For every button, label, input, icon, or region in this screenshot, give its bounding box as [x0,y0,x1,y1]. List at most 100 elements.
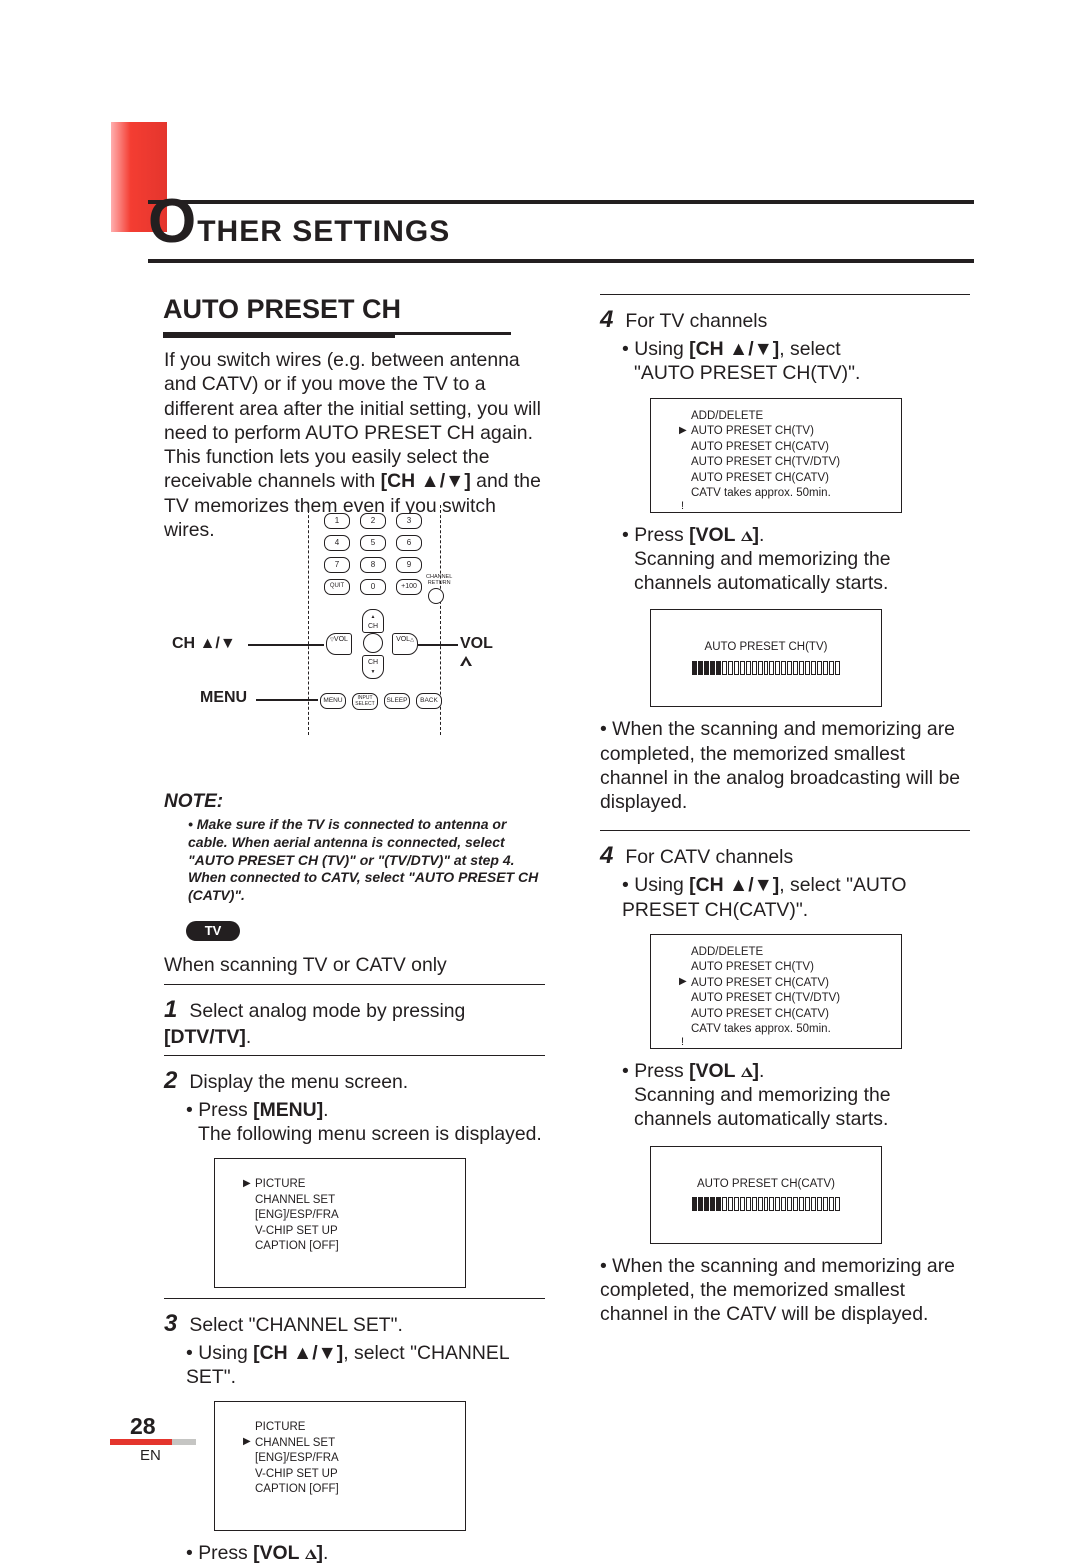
remote-diagram: 1 2 3 4 5 6 7 8 9 QUIT 0 +100 CHANNELRET… [262,505,492,735]
key-center [363,633,383,653]
scan-label: AUTO PRESET CH(CATV) [651,1177,881,1191]
key-menu: MENU [320,693,346,709]
osd-item: AUTO PRESET CH(CATV) [691,1007,901,1023]
step-2: 2 Display the menu screen. [164,1066,545,1096]
separator [164,984,545,985]
vol-brk: [VOL [689,1060,740,1082]
lbl-menu-line [256,699,318,701]
note-body: • Make sure if the TV is connected to an… [188,816,545,906]
up-arrow-icon: ▲ [421,470,440,492]
key-6: 6 [396,535,422,551]
osd-item: CATV takes approx. 50min. [691,486,901,502]
key-vol-down: ▽VOL [326,633,352,655]
osd-item: CHANNEL SET [255,1436,465,1452]
s4b-bullet-2: • Press [VOL ]. Scanning and memorizing … [622,1059,970,1132]
txt: Press [634,1060,689,1082]
osd-item: V-CHIP SET UP [255,1467,465,1483]
separator [600,294,970,295]
warning-icon: ! [681,499,684,514]
ch-brk: [CH ▲/▼] [689,874,779,896]
section-subtitle: AUTO PRESET CH [163,294,401,325]
progress-bar [692,1197,840,1209]
page-number-red-bar [110,1439,172,1445]
osd-item: CATV takes approx. 50min. [691,1022,901,1038]
txt: . [759,1060,764,1082]
txt: . [759,524,764,546]
key-ch-down: CH▼ [362,655,384,679]
ch-up-lbl: CH [368,623,378,630]
osd-item: AUTO PRESET CH(TV) [691,424,901,440]
osd-item: AUTO PRESET CH(CATV) [691,471,901,487]
ch-brk: [CH ▲/▼] [253,1342,343,1364]
step-num-3: 3 [164,1309,184,1339]
lbl-ch-line [248,644,324,646]
s3-vol-end: ] [317,1542,323,1564]
vol-up-open-icon [741,1067,753,1077]
txt: Scanning and memorizing the channels aut… [634,547,970,596]
step-num-4: 4 [600,841,620,871]
key-1: 1 [324,513,350,529]
s2-text: Display the menu screen. [189,1071,408,1093]
s2-a: Press [198,1099,253,1121]
page-number-grey-bar [172,1439,196,1445]
key-4: 4 [324,535,350,551]
key-input-select: INPUTSELECT [352,693,378,710]
osd-item: [ENG]/ESP/FRA [255,1208,465,1224]
down-arrow-icon: ▼ [445,470,464,492]
s2-btn: [MENU] [253,1099,323,1121]
page-title-bar: O THER SETTINGS [148,200,974,263]
key-9: 9 [396,557,422,573]
scan-only-line: When scanning TV or CATV only [164,953,545,977]
txt: Using [634,338,689,360]
ch-brk: [CH ▲/▼] [689,338,779,360]
key-5: 5 [360,535,386,551]
lbl-menu: MENU [200,689,247,707]
txt: Press [634,524,689,546]
step-3-bullet-1: • Using [CH ▲/▼], select "CHANNEL SET". [186,1341,545,1390]
osd-item: AUTO PRESET CH(TV/DTV) [691,991,901,1007]
key-quit: QUIT [324,579,350,595]
s1-end: . [246,1026,251,1048]
vol-lf-lbl: VOL [334,636,348,643]
separator [164,1055,545,1056]
pointer-icon: ▶ [679,424,687,438]
s4b-bullet-1: • Using [CH ▲/▼], select "AUTO PRESET CH… [622,873,970,922]
pointer-icon: ▶ [679,975,687,989]
intro-ch-open: [CH [381,470,421,492]
lbl-vol-line [418,644,458,646]
step-num-1: 1 [164,995,184,1025]
pointer-icon: ▶ [243,1435,251,1449]
osd-item: AUTO PRESET CH(TV) [691,960,901,976]
s1-text: Select analog mode by pressing [189,1000,465,1022]
key-7: 7 [324,557,350,573]
scan-progress-catv: AUTO PRESET CH(CATV) [650,1146,882,1244]
step-4-tv: 4 For TV channels [600,305,970,335]
page-number-block: 28 EN [130,1413,180,1440]
s4a-bullet-1: • Using [CH ▲/▼], select "AUTO PRESET CH… [622,337,970,386]
lbl-vol: VOL [460,635,493,671]
right-column: 4 For TV channels • Using [CH ▲/▼], sele… [600,294,970,1326]
s1-btn: [DTV/TV] [164,1026,246,1048]
ch-dn-lbl: CH [368,659,378,666]
channel-return-label: CHANNELRETURN [426,575,452,586]
key-0: 0 [360,579,386,595]
osd-item: V-CHIP SET UP [255,1224,465,1240]
txt: "AUTO PRESET CH(TV)". [634,361,860,385]
scan-progress-tv: AUTO PRESET CH(TV) [650,609,882,707]
remote-outline-left [308,505,309,735]
s4a-bullet-2: • Press [VOL ]. Scanning and memorizing … [622,523,970,596]
key-back: BACK [416,693,442,709]
step-num-4: 4 [600,305,620,335]
lbl-ch: CH ▲/▼ [172,635,236,653]
step-3-bullet-2: • Press [VOL ]. [186,1541,545,1565]
separator [164,1298,545,1299]
osd-item: AUTO PRESET CH(CATV) [691,440,901,456]
pointer-icon: ▶ [243,1177,251,1191]
vol-rt-lbl: VOL [396,636,410,643]
osd-item: CHANNEL SET [255,1193,465,1209]
vol-up-open-icon [741,531,753,541]
page-lang: EN [140,1447,161,1464]
warning-icon: ! [681,1035,684,1050]
step-2-bullet: • Press [MENU]. The following menu scree… [186,1098,545,1147]
step-3: 3 Select "CHANNEL SET". [164,1309,545,1339]
